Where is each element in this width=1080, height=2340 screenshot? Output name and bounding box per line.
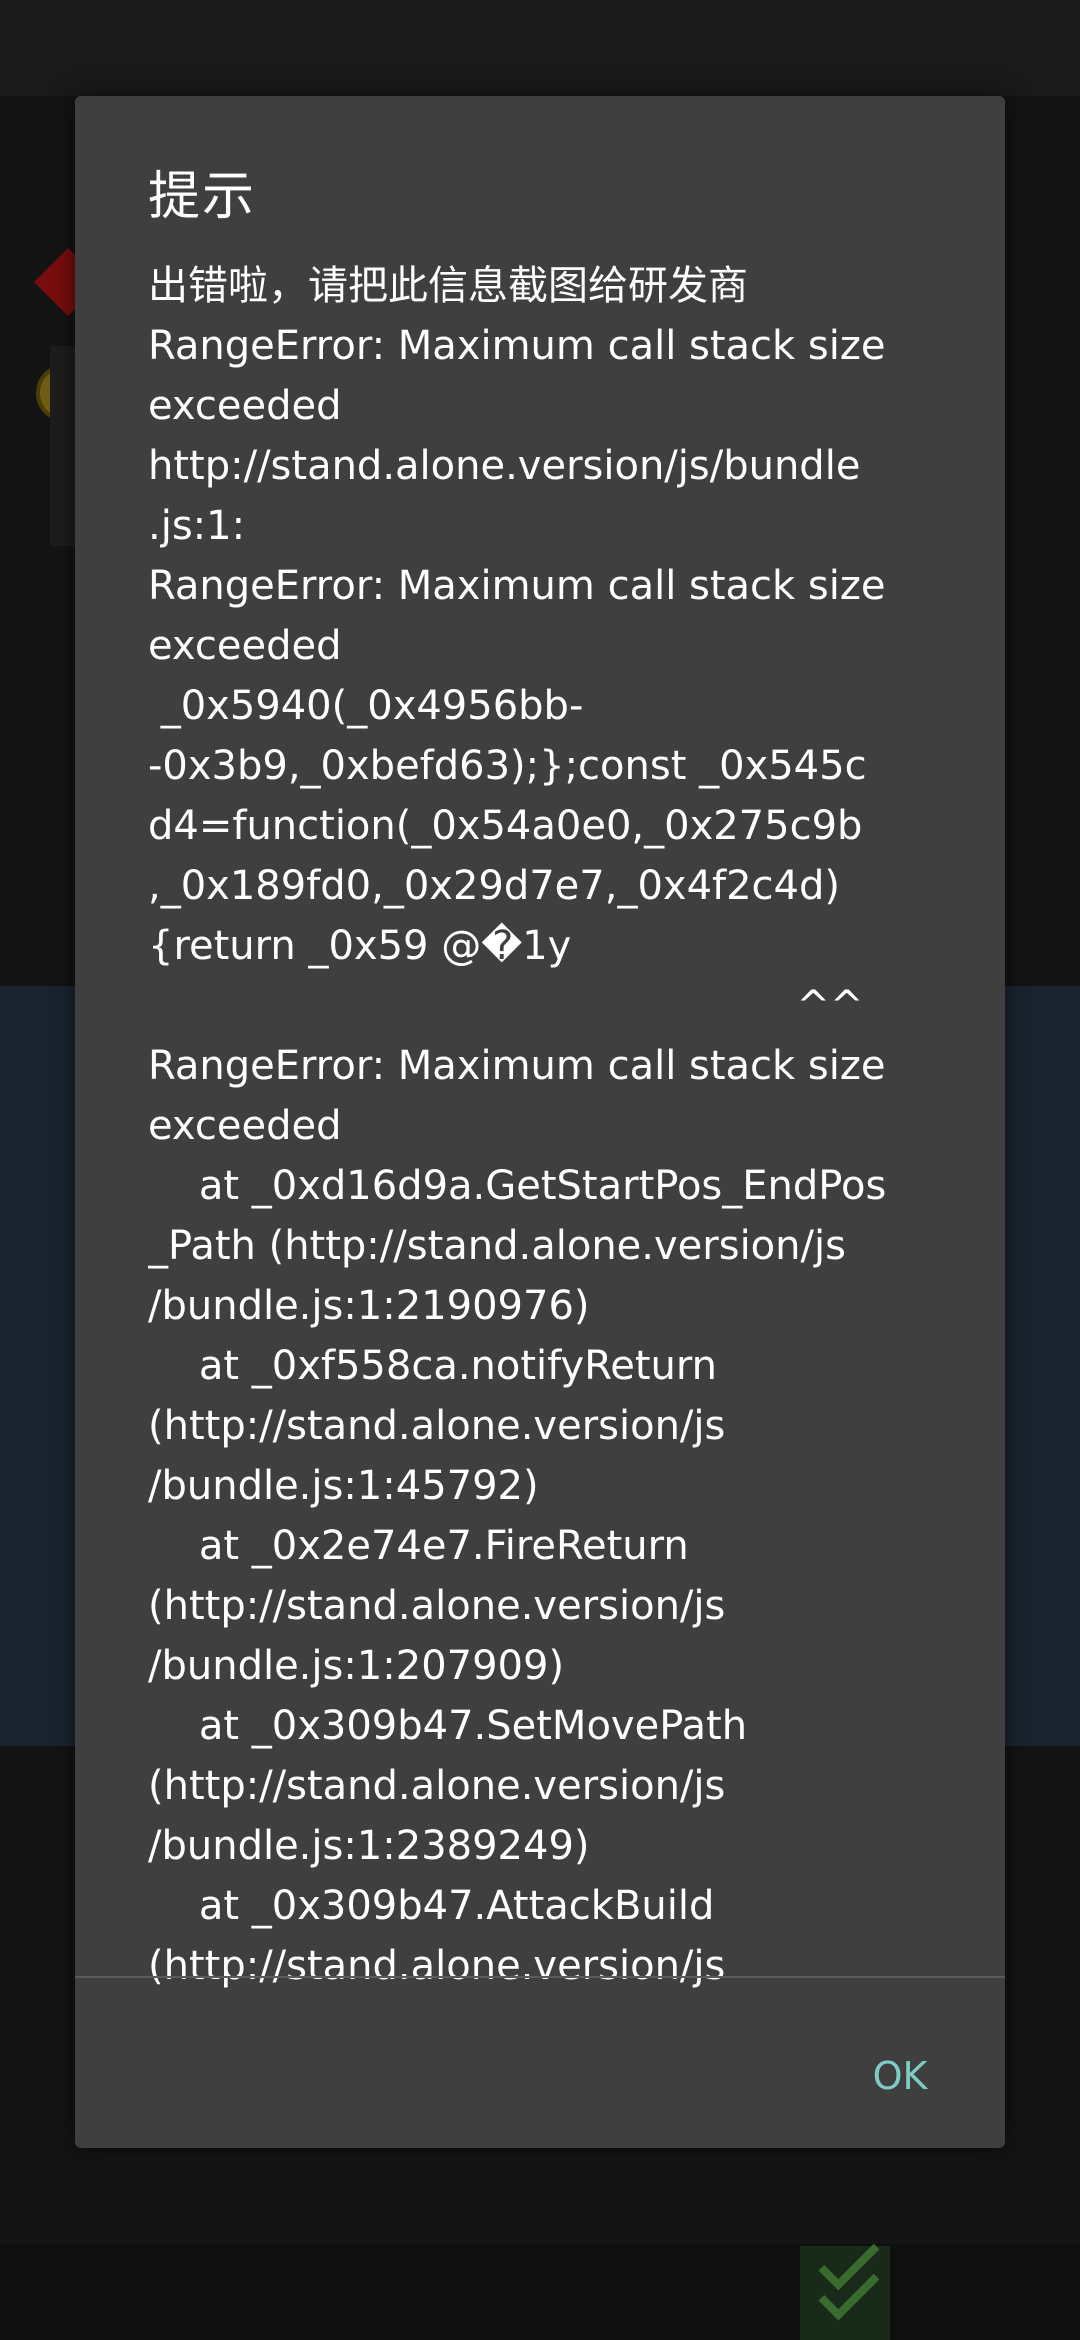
- message-line: at _0x309b47.SetMovePath: [148, 1703, 748, 1749]
- message-line: RangeError: Maximum call stack size: [148, 563, 886, 609]
- message-line: ^^: [148, 983, 864, 1029]
- background-panel: [0, 986, 75, 1746]
- message-line: at _0xd16d9a.GetStartPos_EndPos: [148, 1163, 887, 1209]
- message-line: _Path (http://stand.alone.version/js: [148, 1223, 846, 1269]
- message-line: /bundle.js:1:207909): [148, 1643, 565, 1689]
- background-panel: [1005, 986, 1080, 1746]
- message-line: at _0x309b47.AttackBuild: [148, 1883, 715, 1929]
- message-line: exceeded: [148, 1103, 342, 1149]
- dialog-divider: [75, 1976, 1005, 1978]
- message-line: http://stand.alone.version/js/bundle: [148, 443, 861, 489]
- message-line: (http://stand.alone.version/js: [148, 1943, 726, 1989]
- message-line: at _0xf558ca.notifyReturn: [148, 1343, 717, 1389]
- message-line: /bundle.js:1:45792): [148, 1463, 539, 1509]
- message-line: RangeError: Maximum call stack size: [148, 323, 886, 369]
- ok-button[interactable]: OK: [835, 2036, 965, 2116]
- message-line: RangeError: Maximum call stack size: [148, 1043, 886, 1089]
- chevron-down-icon: [800, 2229, 890, 2340]
- message-line: (http://stand.alone.version/js: [148, 1403, 726, 1449]
- message-line: .js:1:: [148, 503, 246, 549]
- message-line: at _0x2e74e7.FireReturn: [148, 1523, 689, 1569]
- dialog-title: 提示: [148, 167, 257, 227]
- message-line: exceeded: [148, 623, 342, 669]
- error-dialog: 提示 出错啦，请把此信息截图给研发商 RangeError: Maximum c…: [75, 96, 1005, 2148]
- message-line: /bundle.js:1:2389249): [148, 1823, 590, 1869]
- message-line: ,_0x189fd0,_0x29d7e7,_0x4f2c4d): [148, 863, 840, 909]
- message-line: d4=function(_0x54a0e0,_0x275c9b: [148, 803, 863, 849]
- error-message: 出错啦，请把此信息截图给研发商 RangeError: Maximum call…: [148, 256, 1005, 1996]
- message-line: {return _0x59 @�1y: [148, 923, 572, 969]
- message-line: /bundle.js:1:2190976): [148, 1283, 590, 1329]
- message-line: 出错啦，请把此信息截图给研发商: [148, 263, 748, 309]
- message-line: (http://stand.alone.version/js: [148, 1763, 726, 1809]
- message-line: exceeded: [148, 383, 342, 429]
- status-bar: [0, 0, 1080, 96]
- message-line: (http://stand.alone.version/js: [148, 1583, 726, 1629]
- dialog-message-scroll[interactable]: 出错啦，请把此信息截图给研发商 RangeError: Maximum call…: [148, 256, 1005, 2072]
- message-line: -0x3b9,_0xbefd63);};const _0x545c: [148, 743, 867, 789]
- message-line: _0x5940(_0x4956bb-: [148, 683, 584, 729]
